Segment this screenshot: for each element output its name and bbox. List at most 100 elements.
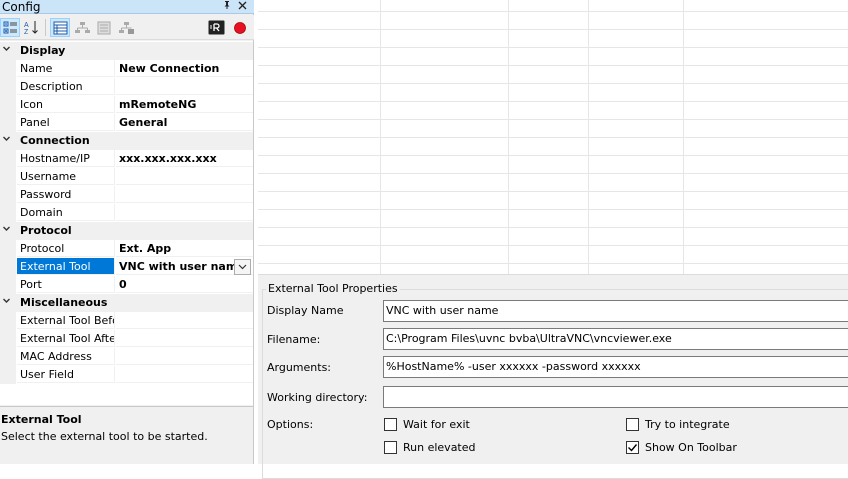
category-display[interactable]: Display: [0, 42, 253, 60]
categorized-icon[interactable]: [0, 18, 20, 37]
chevron-down-icon: [238, 264, 247, 270]
arguments-label: Arguments:: [267, 361, 332, 374]
property-row-external-tool-after[interactable]: External Tool After: [0, 330, 253, 348]
category-label: Protocol: [20, 224, 72, 237]
property-row-user-field[interactable]: User Field: [0, 366, 253, 384]
checkbox-box[interactable]: [384, 441, 397, 454]
category-miscellaneous[interactable]: Miscellaneous: [0, 294, 253, 312]
host-status-icon[interactable]: [206, 18, 226, 37]
external-tools-list[interactable]: [258, 0, 848, 274]
property-value[interactable]: Ext. App: [116, 240, 253, 257]
config-titlebar: Config: [0, 0, 254, 14]
property-name: MAC Address: [17, 348, 115, 365]
checkmark-icon: [628, 444, 638, 452]
record-icon[interactable]: [230, 18, 250, 37]
external-tool-properties-panel: External Tool Properties Display Name VN…: [258, 274, 848, 479]
property-name: Protocol: [17, 240, 115, 257]
checkbox-label: Wait for exit: [403, 418, 470, 431]
working-directory-label: Working directory:: [267, 391, 368, 404]
collapse-icon[interactable]: [2, 294, 11, 312]
property-row-external-tool[interactable]: External Tool VNC with user name: [0, 258, 253, 276]
property-row-panel[interactable]: Panel General: [0, 114, 253, 132]
checkbox-label: Try to integrate: [645, 418, 730, 431]
property-value[interactable]: [116, 168, 253, 185]
checkbox-box[interactable]: [626, 441, 639, 454]
property-value[interactable]: [116, 78, 253, 95]
property-name: External Tool: [17, 258, 115, 275]
property-name: External Tool Before: [17, 312, 115, 329]
property-row-mac-address[interactable]: MAC Address: [0, 348, 253, 366]
close-icon[interactable]: [235, 0, 249, 14]
property-row-domain[interactable]: Domain: [0, 204, 253, 222]
config-toolbar: AZ: [0, 15, 254, 40]
property-name: Name: [17, 60, 115, 77]
property-name: Description: [17, 78, 115, 95]
default-properties-icon[interactable]: [94, 18, 114, 37]
collapse-icon[interactable]: [2, 132, 11, 150]
sort-alphabetical-icon[interactable]: AZ: [21, 18, 41, 37]
property-row-icon[interactable]: Icon mRemoteNG: [0, 96, 253, 114]
property-value[interactable]: [116, 366, 253, 383]
list-grid: [258, 0, 848, 274]
collapse-icon[interactable]: [2, 42, 11, 60]
inheritance-icon[interactable]: [72, 18, 92, 37]
checkbox-box[interactable]: [626, 418, 639, 431]
category-protocol[interactable]: Protocol: [0, 222, 253, 240]
wait-for-exit-checkbox[interactable]: Wait for exit: [384, 418, 470, 431]
display-name-label: Display Name: [267, 304, 344, 317]
run-elevated-checkbox[interactable]: Run elevated: [384, 441, 476, 454]
display-name-field[interactable]: VNC with user name: [383, 300, 848, 322]
collapse-icon[interactable]: [2, 222, 11, 240]
config-title: Config: [2, 0, 41, 14]
property-row-hostname[interactable]: Hostname/IP xxx.xxx.xxx.xxx: [0, 150, 253, 168]
property-name: Icon: [17, 96, 115, 113]
category-connection[interactable]: Connection: [0, 132, 253, 150]
category-label: Connection: [20, 134, 90, 147]
config-panel: Config AZ Display Name New Connection De…: [0, 0, 254, 464]
toolbar-separator: [45, 19, 46, 36]
default-inheritance-icon[interactable]: [116, 18, 136, 37]
show-on-toolbar-checkbox[interactable]: Show On Toolbar: [626, 441, 737, 454]
property-value[interactable]: [116, 204, 253, 221]
property-row-protocol[interactable]: Protocol Ext. App: [0, 240, 253, 258]
property-name: External Tool After: [17, 330, 115, 347]
arguments-field[interactable]: %HostName% -user xxxxxx -password xxxxxx: [383, 356, 848, 378]
pin-icon[interactable]: [220, 0, 234, 14]
property-value[interactable]: New Connection: [116, 60, 253, 77]
property-value[interactable]: General: [116, 114, 253, 131]
property-value[interactable]: [116, 330, 253, 347]
property-row-port[interactable]: Port 0: [0, 276, 253, 294]
dropdown-button[interactable]: [234, 259, 251, 275]
help-text: Select the external tool to be started.: [1, 430, 208, 443]
group-title: External Tool Properties: [266, 282, 400, 295]
help-title: External Tool: [1, 413, 82, 426]
property-value[interactable]: VNC with user name: [116, 258, 253, 275]
property-name: Port: [17, 276, 115, 293]
checkbox-box[interactable]: [384, 418, 397, 431]
property-name: User Field: [17, 366, 115, 383]
properties-icon[interactable]: [50, 18, 70, 37]
property-value[interactable]: mRemoteNG: [116, 96, 253, 113]
property-name: Panel: [17, 114, 115, 131]
property-value[interactable]: [116, 312, 253, 329]
property-row-password[interactable]: Password: [0, 186, 253, 204]
property-value[interactable]: [116, 186, 253, 203]
property-name: Password: [17, 186, 115, 203]
filename-field[interactable]: C:\Program Files\uvnc bvba\UltraVNC\vncv…: [383, 328, 848, 350]
checkbox-label: Show On Toolbar: [645, 441, 737, 454]
checkbox-label: Run elevated: [403, 441, 476, 454]
filename-label: Filename:: [267, 333, 321, 346]
category-label: Display: [20, 44, 66, 57]
property-row-external-tool-before[interactable]: External Tool Before: [0, 312, 253, 330]
property-row-username[interactable]: Username: [0, 168, 253, 186]
property-value[interactable]: [116, 348, 253, 365]
property-row-name[interactable]: Name New Connection: [0, 60, 253, 78]
property-grid: Display Name New Connection Description …: [0, 41, 253, 405]
property-row-description[interactable]: Description: [0, 78, 253, 96]
svg-text:A: A: [24, 22, 29, 29]
working-directory-field[interactable]: [383, 386, 848, 408]
options-label: Options:: [267, 418, 314, 431]
try-to-integrate-checkbox[interactable]: Try to integrate: [626, 418, 730, 431]
property-value[interactable]: 0: [116, 276, 253, 293]
property-value[interactable]: xxx.xxx.xxx.xxx: [116, 150, 253, 167]
